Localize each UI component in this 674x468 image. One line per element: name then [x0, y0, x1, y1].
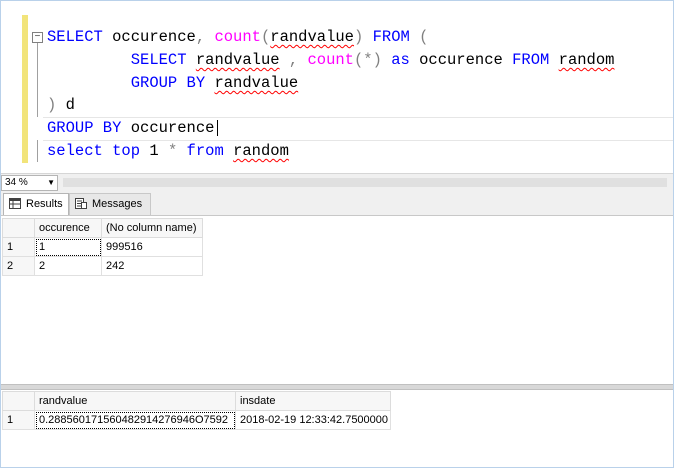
- punctuation: ,: [279, 51, 299, 69]
- column-header-no-column-name[interactable]: (No column name): [101, 218, 203, 238]
- row-number[interactable]: 2: [2, 256, 35, 276]
- function: count: [298, 51, 354, 69]
- column-header-occurence[interactable]: occurence: [34, 218, 102, 238]
- grid-cell[interactable]: 2: [34, 256, 102, 276]
- punctuation: (: [260, 28, 271, 46]
- grid-cell[interactable]: 242: [101, 256, 203, 276]
- collapse-outline-icon[interactable]: −: [32, 32, 43, 43]
- grid-cell[interactable]: 1: [34, 237, 102, 257]
- grid-icon: [9, 198, 21, 209]
- identifier: occurence: [102, 28, 196, 46]
- keyword: select: [47, 142, 103, 160]
- zoom-bar: 34 % ▼: [1, 173, 673, 191]
- keyword: GROUP BY: [130, 74, 206, 92]
- identifier: occurence: [409, 51, 503, 69]
- keyword: FROM: [502, 51, 550, 69]
- results-tabbar: Results Messages: [1, 191, 673, 216]
- grid-cell[interactable]: 999516: [101, 237, 203, 257]
- horizontal-scrollbar[interactable]: [63, 178, 667, 187]
- punctuation: ): [47, 96, 57, 114]
- text-caret: [217, 119, 219, 136]
- table-row[interactable]: 1 0.288560171560482914276946O7592 2018-0…: [2, 410, 391, 430]
- punctuation: *: [158, 142, 178, 160]
- query-editor[interactable]: − SELECT occurence, count(randvalue) FRO…: [1, 1, 673, 173]
- function: count: [205, 28, 261, 46]
- keyword: top: [102, 142, 141, 160]
- tab-label: Results: [26, 198, 63, 210]
- change-tracking-bar: [22, 15, 28, 163]
- keyword: as: [381, 51, 410, 69]
- chevron-down-icon[interactable]: ▼: [47, 176, 55, 190]
- tab-label: Messages: [92, 198, 143, 210]
- ssms-query-window: − SELECT occurence, count(randvalue) FRO…: [0, 0, 674, 468]
- code-line-5: GROUP BY occurence: [47, 118, 219, 138]
- identifier-error: randvalue: [195, 51, 280, 69]
- identifier-error: randvalue: [214, 74, 299, 92]
- grid-corner[interactable]: [2, 218, 35, 238]
- code-line-6: select top 1 * from random: [47, 141, 289, 161]
- results-grid-1[interactable]: occurence (No column name) 1 1 999516 2 …: [2, 218, 203, 276]
- keyword: from: [177, 142, 224, 160]
- code-line-2: SELECT randvalue , count(*) as occurence…: [47, 50, 615, 70]
- results-grid-2[interactable]: randvalue insdate 1 0.288560171560482914…: [2, 391, 391, 430]
- identifier-error: randvalue: [270, 28, 354, 46]
- grid-cell[interactable]: 2018-02-19 12:33:42.7500000: [235, 410, 391, 430]
- column-header-randvalue[interactable]: randvalue: [34, 391, 236, 411]
- code-line-3: GROUP BY randvalue: [47, 73, 298, 93]
- code-line-1: SELECT occurence, count(randvalue) FROM …: [47, 27, 428, 47]
- code-line-4: ) d: [47, 95, 75, 115]
- zoom-value: 34 %: [5, 177, 28, 188]
- table-row[interactable]: 2 2 242: [2, 256, 203, 276]
- punctuation: ,: [195, 28, 206, 46]
- row-number[interactable]: 1: [2, 237, 35, 257]
- grid-corner[interactable]: [2, 391, 35, 411]
- identifier-error: random: [558, 51, 615, 69]
- identifier: d: [56, 96, 75, 114]
- column-header-insdate[interactable]: insdate: [235, 391, 391, 411]
- outline-guide: [37, 43, 38, 117]
- outline-guide: [37, 140, 38, 162]
- table-row[interactable]: 1 1 999516: [2, 237, 203, 257]
- identifier-error: random: [233, 142, 289, 160]
- punctuation: ): [353, 28, 364, 46]
- zoom-dropdown[interactable]: 34 % ▼: [1, 175, 58, 191]
- punctuation: (*): [353, 51, 382, 69]
- messages-icon: [75, 198, 87, 209]
- keyword: SELECT: [47, 28, 103, 46]
- keyword: SELECT: [130, 51, 187, 69]
- tab-results[interactable]: Results: [3, 193, 69, 215]
- keyword: GROUP BY: [47, 119, 122, 137]
- tab-messages[interactable]: Messages: [69, 193, 151, 215]
- keyword: FROM: [363, 28, 410, 46]
- number: 1: [140, 142, 159, 160]
- identifier: occurence: [121, 119, 215, 137]
- grid-cell[interactable]: 0.288560171560482914276946O7592: [34, 410, 236, 430]
- punctuation: (: [409, 28, 429, 46]
- row-number[interactable]: 1: [2, 410, 35, 430]
- results-pane-splitter[interactable]: [1, 384, 673, 390]
